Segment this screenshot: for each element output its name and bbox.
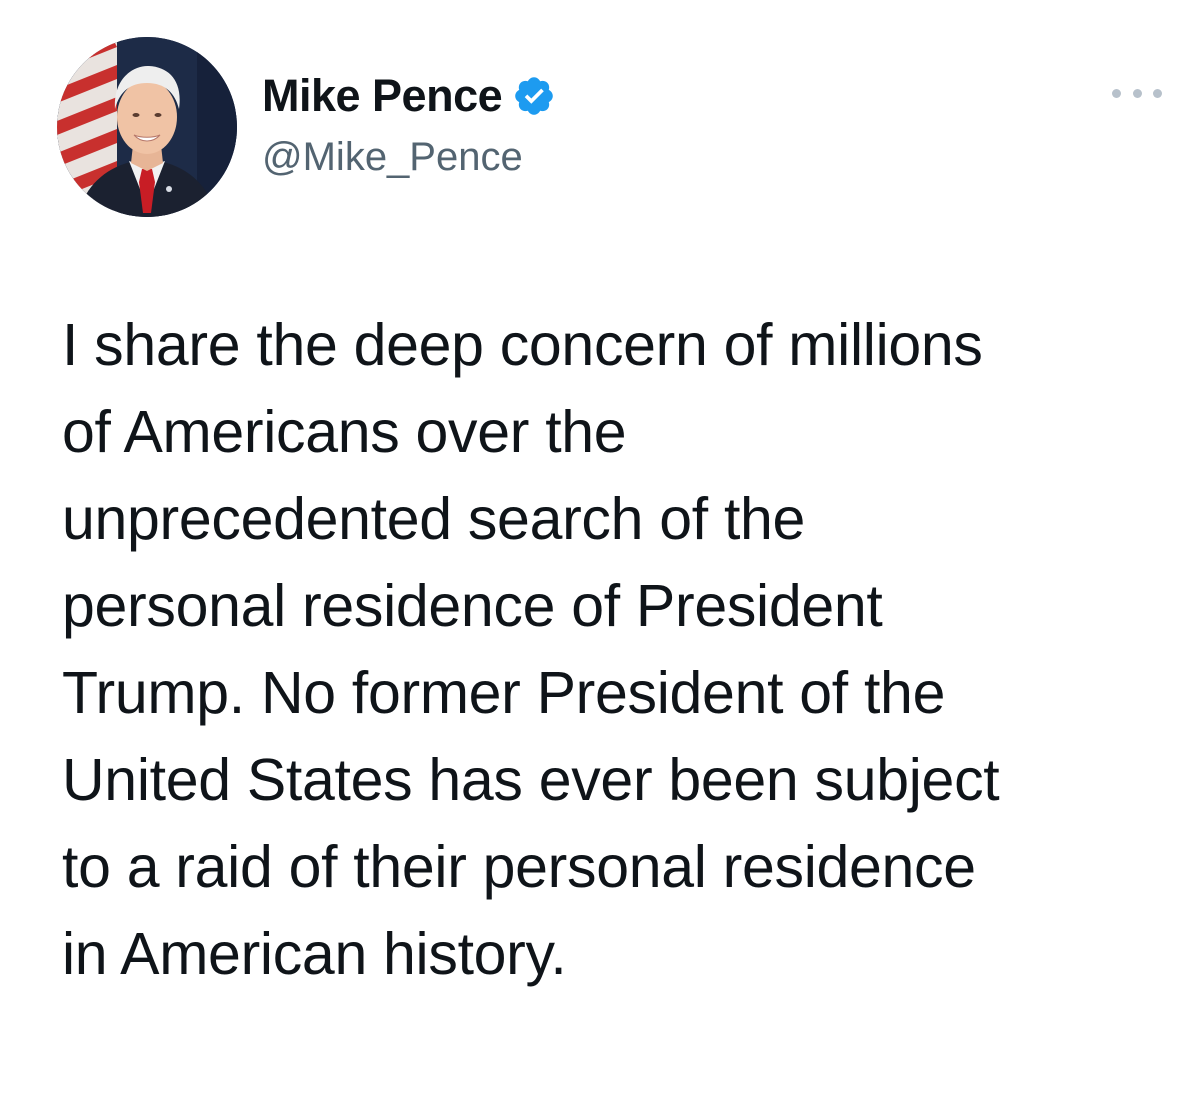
tweet-text: I share the deep concern of millions of … — [62, 302, 1182, 998]
author-display-name[interactable]: Mike Pence — [262, 70, 503, 122]
tweet-text-line: to a raid of their personal residence — [62, 834, 976, 900]
tweet-text-line: personal residence of President — [62, 573, 883, 639]
tweet-card: Mike Pence @Mike_Pence I share the deep … — [0, 0, 1200, 1101]
tweet-text-line: unprecedented search of the — [62, 486, 806, 552]
verified-badge-icon — [512, 74, 556, 118]
more-dot — [1132, 88, 1142, 98]
author-name-row[interactable]: Mike Pence — [262, 70, 556, 122]
tweet-text-line: in American history. — [62, 921, 567, 987]
avatar[interactable] — [57, 37, 237, 217]
author-handle[interactable]: @Mike_Pence — [262, 132, 523, 182]
tweet-text-line: I share the deep concern of millions — [62, 312, 983, 378]
more-dot — [1153, 88, 1162, 98]
more-dot — [1112, 88, 1121, 98]
tweet-text-line: of Americans over the — [62, 399, 627, 465]
avatar-image — [57, 37, 237, 217]
tweet-text-line: United States has ever been subject — [62, 747, 1000, 813]
more-options-icon[interactable] — [1112, 78, 1162, 108]
tweet-text-line: Trump. No former President of the — [62, 660, 946, 726]
